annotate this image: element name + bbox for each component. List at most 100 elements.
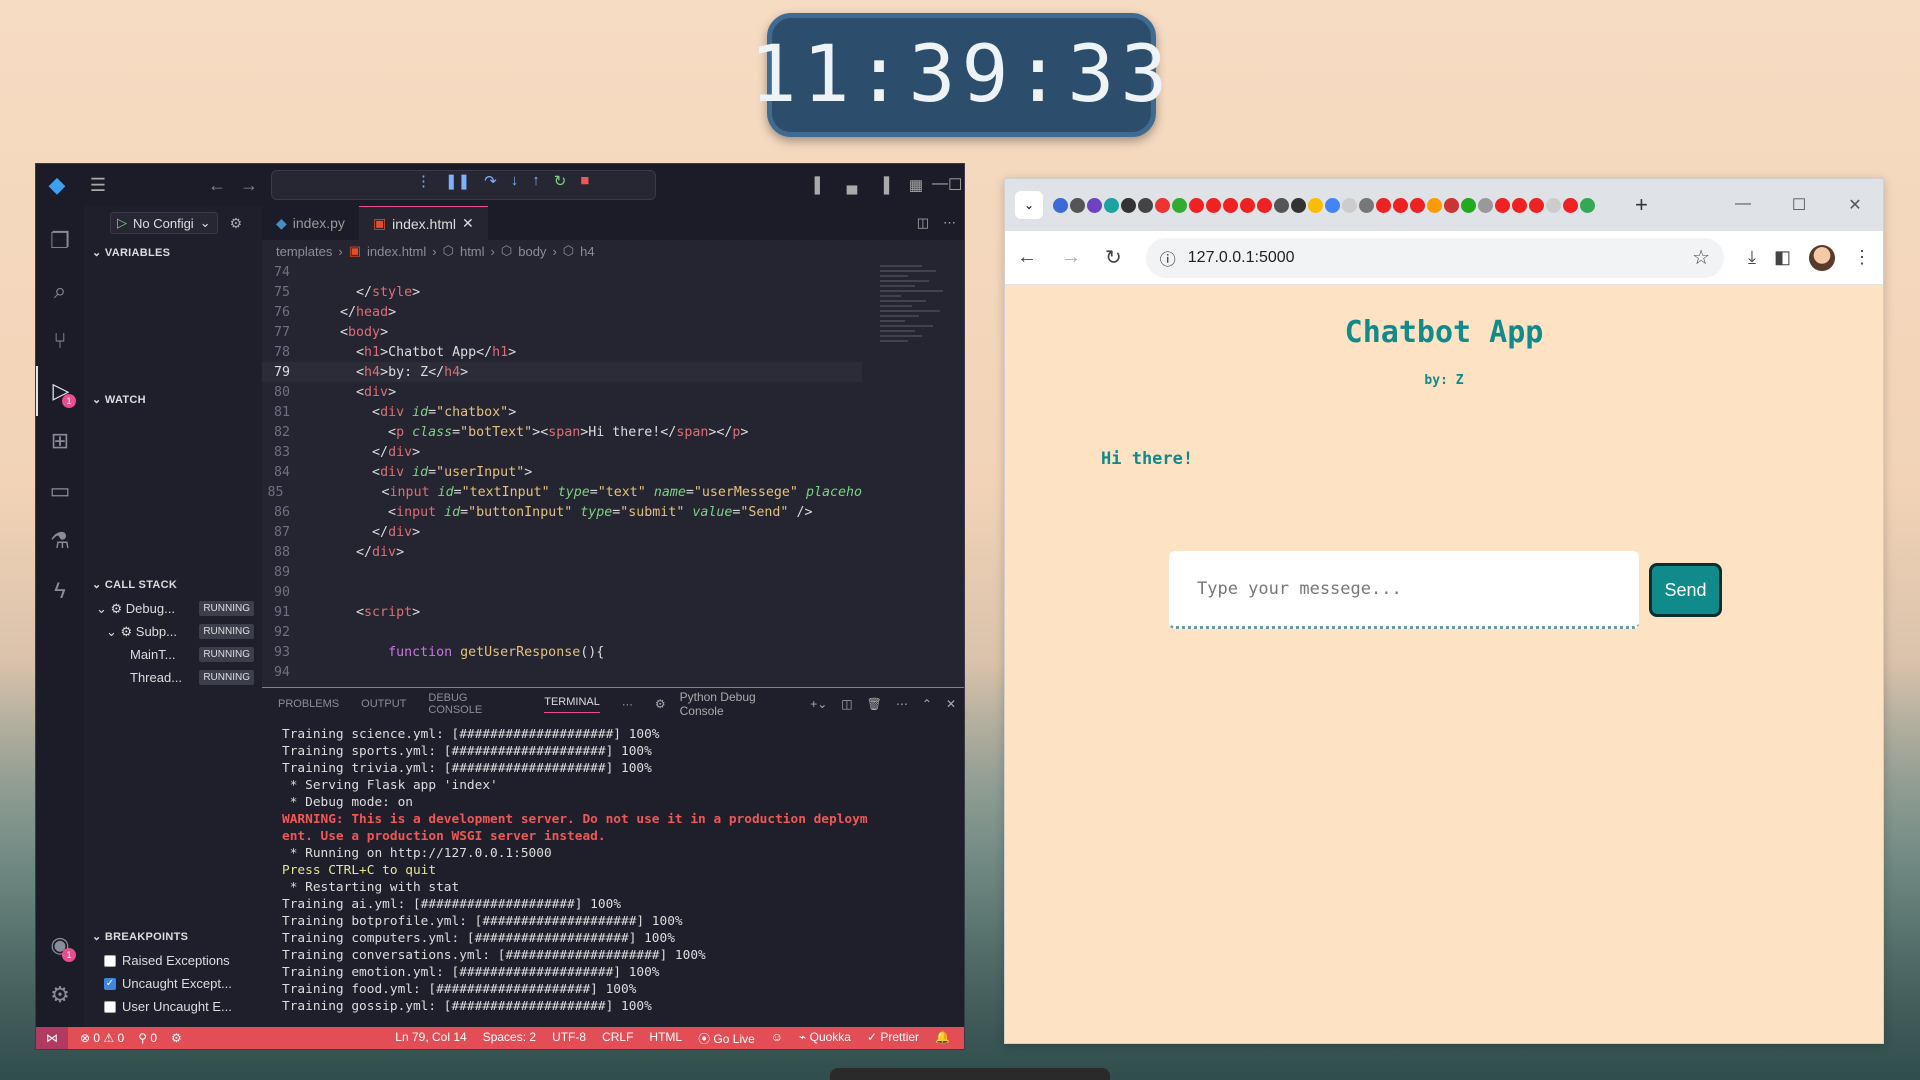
tab-search-icon[interactable]: ⌄ bbox=[1015, 191, 1043, 219]
checkbox-checked[interactable]: ✓ bbox=[104, 977, 116, 990]
tab-problems[interactable]: PROBLEMS bbox=[278, 698, 339, 710]
extensions-icon[interactable]: ⊞ bbox=[36, 416, 84, 466]
ports-count[interactable]: ⚲ 0 bbox=[138, 1031, 157, 1045]
variables-header[interactable]: ⌄ VARIABLES bbox=[84, 240, 262, 265]
pause-icon[interactable]: ❚❚ bbox=[445, 172, 470, 190]
terminal-output[interactable]: Training science.yml: [#################… bbox=[262, 720, 922, 1021]
split-editor-icon[interactable]: ◫ bbox=[917, 215, 929, 231]
explorer-icon[interactable]: ❐ bbox=[36, 216, 84, 266]
tab-index-html[interactable]: ▣ index.html ✕ bbox=[358, 206, 488, 240]
reload-icon[interactable]: ↻ bbox=[1105, 245, 1122, 270]
desktop-clock: 11:39:33 bbox=[750, 13, 1167, 137]
checkbox[interactable] bbox=[104, 954, 116, 967]
vscode-logo-icon: ◆ bbox=[48, 172, 66, 197]
new-terminal-icon[interactable]: +⌄ bbox=[810, 697, 827, 711]
call-stack-item[interactable]: Thread... RUNNING bbox=[84, 666, 262, 689]
split-terminal-icon[interactable]: ◫ bbox=[841, 697, 852, 711]
start-debug-icon[interactable]: ▷ bbox=[117, 215, 127, 231]
tab-index-py[interactable]: ◆ index.py bbox=[262, 206, 359, 240]
debug-config-select[interactable]: ▷ No Configi ⌄ bbox=[110, 212, 218, 234]
stop-icon[interactable]: ■ bbox=[580, 172, 589, 190]
page-title: Chatbot App bbox=[1344, 315, 1544, 350]
debug-settings-icon[interactable]: ⚙ bbox=[230, 215, 243, 232]
testing-icon[interactable]: ⚗ bbox=[36, 516, 84, 566]
toggle-secondary-icon[interactable]: ▐ bbox=[868, 177, 900, 194]
toggle-panel-icon[interactable]: ▄ bbox=[836, 177, 868, 194]
download-icon[interactable]: ⤓ bbox=[1748, 247, 1756, 268]
source-control-icon[interactable]: ⑂ bbox=[36, 316, 84, 366]
call-stack-item[interactable]: MainT... RUNNING bbox=[84, 643, 262, 666]
nav-arrows[interactable]: ←→ bbox=[208, 175, 272, 196]
back-icon[interactable]: ← bbox=[1017, 246, 1037, 269]
bookmark-star-icon[interactable]: ☆ bbox=[1692, 245, 1710, 270]
new-tab-button[interactable]: + bbox=[1635, 192, 1648, 218]
side-panel-icon[interactable]: ◧ bbox=[1774, 247, 1791, 268]
restart-icon[interactable]: ↻ bbox=[554, 172, 567, 190]
browser-tabstrip: ⌄ + — ☐ ✕ bbox=[1005, 179, 1883, 231]
indentation[interactable]: Spaces: 2 bbox=[483, 1030, 536, 1047]
close-tab-icon[interactable]: ✕ bbox=[462, 215, 474, 232]
terminal-name[interactable]: Python Debug Console bbox=[680, 690, 797, 718]
tab-output[interactable]: OUTPUT bbox=[361, 698, 406, 710]
close-button[interactable]: ✕ bbox=[1827, 195, 1883, 215]
cursor-position[interactable]: Ln 79, Col 14 bbox=[395, 1030, 466, 1047]
profile-avatar[interactable] bbox=[1809, 244, 1835, 271]
maximize-button[interactable]: ☐ bbox=[1771, 195, 1827, 215]
more-icon[interactable]: ⋯ bbox=[622, 698, 633, 711]
watch-header[interactable]: ⌄ WATCH bbox=[84, 387, 262, 412]
minimize-button[interactable]: — bbox=[1715, 195, 1771, 215]
step-into-icon[interactable]: ↓ bbox=[511, 172, 519, 190]
maximize-button[interactable]: ☐ bbox=[948, 175, 962, 195]
breakpoint-user-uncaught[interactable]: User Uncaught E... bbox=[84, 995, 262, 1018]
encoding[interactable]: UTF-8 bbox=[552, 1030, 586, 1047]
grip-icon[interactable]: ⋮ bbox=[416, 172, 431, 190]
language-mode[interactable]: HTML bbox=[649, 1030, 682, 1047]
breakpoint-raised[interactable]: Raised Exceptions bbox=[84, 949, 262, 972]
debug-status-icon[interactable]: ⚙ bbox=[171, 1031, 182, 1045]
run-debug-icon[interactable]: ▷ 1 bbox=[36, 366, 84, 416]
call-stack-header[interactable]: ⌄ CALL STACK bbox=[84, 572, 262, 597]
code-editor[interactable]: 74 75 </style> 76 </head> 77 <body> 78 <… bbox=[262, 262, 862, 687]
more-icon[interactable]: ⋯ bbox=[896, 697, 908, 711]
tab-debug-console[interactable]: DEBUG CONSOLE bbox=[428, 692, 522, 716]
menu-icon[interactable]: ☰ bbox=[78, 175, 118, 196]
forward-icon[interactable]: → bbox=[1061, 246, 1081, 269]
remote-explorer-icon[interactable]: ▭ bbox=[36, 466, 84, 516]
maximize-panel-icon[interactable]: ⌃ bbox=[922, 697, 932, 711]
copilot-icon[interactable]: ☺ bbox=[771, 1030, 783, 1047]
bell-icon[interactable]: 🔔 bbox=[935, 1030, 950, 1047]
breakpoint-uncaught[interactable]: ✓ Uncaught Except... bbox=[84, 972, 262, 995]
menu-kebab-icon[interactable]: ⋮ bbox=[1853, 247, 1871, 268]
step-out-icon[interactable]: ↑ bbox=[532, 172, 540, 190]
quokka[interactable]: ⌁ Quokka bbox=[799, 1030, 851, 1047]
address-bar[interactable]: ⓘ 127.0.0.1:5000 ☆ bbox=[1145, 237, 1725, 278]
remote-icon[interactable]: ⋈ bbox=[36, 1027, 68, 1049]
lightning-icon[interactable]: ϟ bbox=[36, 566, 84, 616]
site-info-icon[interactable]: ⓘ bbox=[1160, 246, 1176, 270]
call-stack-item[interactable]: ⌄ ⚙ Debug... RUNNING bbox=[84, 597, 262, 620]
close-button[interactable]: ✕ bbox=[962, 175, 964, 195]
settings-gear-icon[interactable]: ⚙ bbox=[36, 970, 84, 1020]
breadcrumb: templates › ▣ index.html › ⬡ html › ⬡ body › ⬡ h… bbox=[276, 243, 595, 259]
message-input[interactable]: Type your messege... bbox=[1169, 551, 1639, 629]
minimap[interactable] bbox=[880, 262, 950, 502]
layout-icon[interactable]: ▦ bbox=[900, 176, 932, 194]
minimize-button[interactable]: — bbox=[932, 175, 948, 195]
breakpoints-header[interactable]: ⌄ BREAKPOINTS bbox=[84, 924, 262, 949]
problems-count[interactable]: ⊗ 0 ⚠ 0 bbox=[80, 1031, 124, 1045]
call-stack-item[interactable]: ⌄ ⚙ Subp... RUNNING bbox=[84, 620, 262, 643]
prettier[interactable]: ✓ Prettier bbox=[867, 1030, 919, 1047]
tab-favicons[interactable] bbox=[1053, 197, 1595, 213]
account-icon[interactable]: ◉ 1 bbox=[36, 920, 84, 970]
trash-icon[interactable]: 🗑 bbox=[867, 697, 882, 711]
close-panel-icon[interactable]: ✕ bbox=[946, 697, 956, 711]
more-actions-icon[interactable]: ⋯ bbox=[943, 215, 956, 231]
go-live[interactable]: ⦿ Go Live bbox=[698, 1030, 755, 1047]
line-ending[interactable]: CRLF bbox=[602, 1030, 633, 1047]
tab-terminal[interactable]: TERMINAL bbox=[544, 696, 600, 713]
toggle-sidebar-icon[interactable]: ▌ bbox=[804, 177, 836, 194]
checkbox[interactable] bbox=[104, 1000, 116, 1013]
search-icon[interactable]: ⌕ bbox=[36, 266, 84, 316]
step-over-icon[interactable]: ↷ bbox=[484, 172, 497, 190]
send-button[interactable]: Send bbox=[1649, 563, 1722, 617]
